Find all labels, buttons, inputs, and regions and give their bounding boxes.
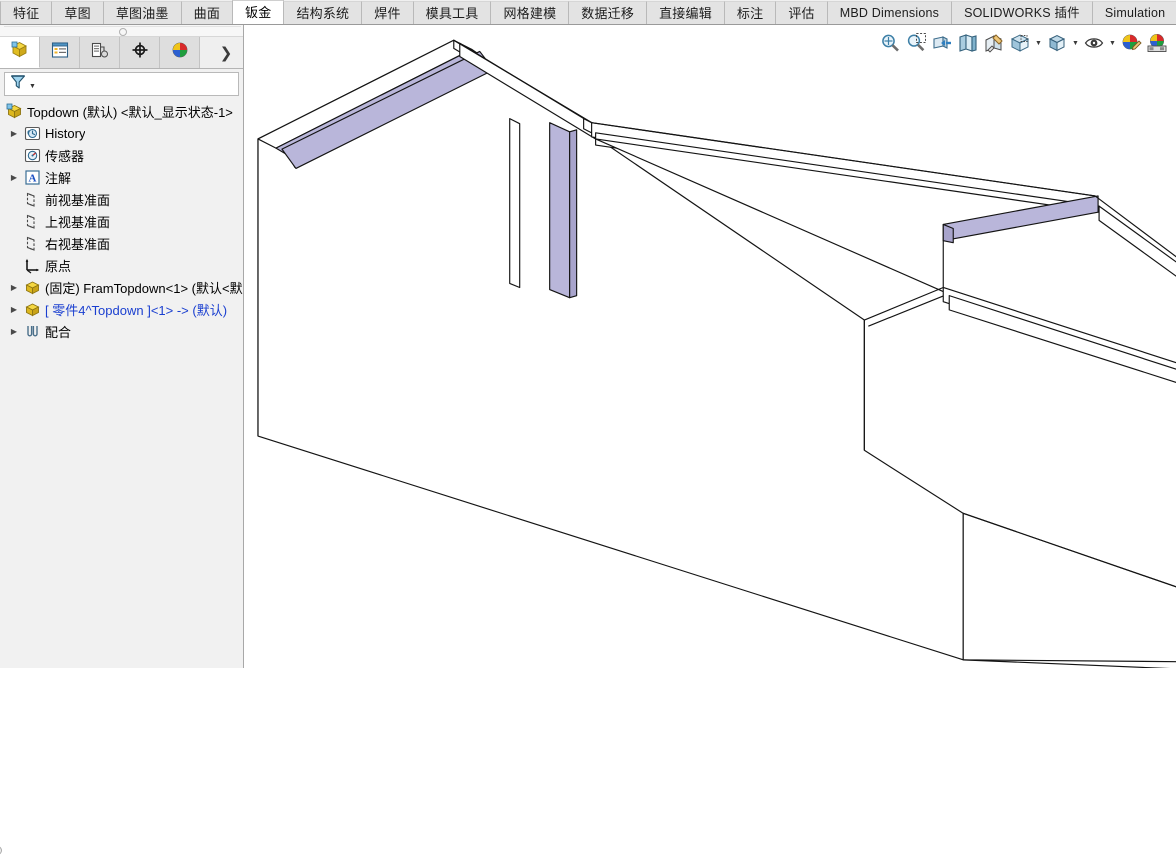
tree-item-10[interactable]: ▶ 配合 xyxy=(0,320,243,342)
command-tab-13[interactable]: MBD Dimensions xyxy=(826,1,953,24)
scene-appearance-icon[interactable] xyxy=(1144,29,1170,57)
list-panel-icon xyxy=(51,41,69,64)
edit-appearance-icon[interactable] xyxy=(1118,29,1144,57)
tree-expand-arrow[interactable]: ▶ xyxy=(6,327,22,336)
view-settings-icon[interactable] xyxy=(1081,29,1107,57)
apply-scene-icon[interactable] xyxy=(1044,29,1070,57)
feature-tree: Topdown (默认) <默认_显示状态-1>▶History▶传感器▶A注解… xyxy=(0,98,243,668)
command-tab-12[interactable]: 评估 xyxy=(775,1,828,24)
zoom-to-fit-icon[interactable] xyxy=(877,29,903,57)
vertical-splitter-knob[interactable] xyxy=(0,846,2,855)
tree-item-5[interactable]: ▶上视基准面 xyxy=(0,210,243,232)
tree-item-label: (固定) FramTopdown<1> (默认<默 xyxy=(45,280,243,296)
yellow-box-icon xyxy=(10,40,29,64)
plane-icon xyxy=(22,191,42,208)
solidworks-window: 特征 草图 草图油墨 曲面 钣金 结构系统 焊件 模具工具 网格建模 数据迁移 直接编辑 标注 评估 MB… xyxy=(0,0,1176,855)
command-tab-7[interactable]: 模具工具 xyxy=(412,1,492,24)
annotations-icon: A xyxy=(22,169,42,186)
tree-expand-arrow[interactable]: ▶ xyxy=(6,283,22,292)
tree-item-label: 配合 xyxy=(45,324,72,340)
configuration-icon xyxy=(91,41,109,64)
tree-item-8[interactable]: ▶ (固定) FramTopdown<1> (默认<默 xyxy=(0,276,243,298)
feature-manager-tab-row: ❯ xyxy=(0,37,243,69)
tree-item-7[interactable]: ▶原点 xyxy=(0,254,243,276)
origin-icon xyxy=(22,257,42,274)
splitter-line xyxy=(4,26,241,27)
command-tab-4[interactable]: 钣金 xyxy=(232,0,285,24)
tree-item-label: History xyxy=(45,125,86,141)
display-manager-tab[interactable] xyxy=(160,37,200,68)
command-tab-1[interactable]: 草图 xyxy=(51,1,104,24)
property-manager-tab[interactable] xyxy=(40,37,80,68)
tree-filter-bar[interactable]: ▼ xyxy=(4,72,239,96)
command-tab-5[interactable]: 结构系统 xyxy=(283,1,363,24)
history-icon xyxy=(22,125,42,142)
view-toolbar: ▼ ▼ ▼ xyxy=(244,25,1176,61)
tree-item-label: [ 零件4^Topdown ]<1> -> (默认) xyxy=(45,302,228,318)
feature-manager-panel: ❯ ▼ Topdown (默认) <默认_显示状态-1>▶History▶传感器… xyxy=(0,25,244,855)
sensor-icon xyxy=(22,147,42,164)
mates-icon xyxy=(22,323,42,340)
hide-show-items-icon[interactable] xyxy=(1007,29,1033,57)
assembly-icon xyxy=(4,103,24,120)
crosshair-icon xyxy=(131,41,149,64)
tree-item-label: 上视基准面 xyxy=(45,214,111,230)
command-tab-10[interactable]: 直接编辑 xyxy=(646,1,725,24)
part-icon xyxy=(22,279,42,296)
tree-item-label: 注解 xyxy=(45,170,72,186)
display-style-icon[interactable] xyxy=(981,29,1007,57)
tree-item-label: 右视基准面 xyxy=(45,236,111,252)
command-tab-11[interactable]: 标注 xyxy=(723,1,777,24)
splitter-grip-handle[interactable] xyxy=(118,28,127,36)
tree-item-label: 前视基准面 xyxy=(45,192,111,208)
color-sphere-icon xyxy=(171,41,189,64)
3d-model-canvas[interactable]: .fc{fill:#ffffff;stroke:#141414;stroke-w… xyxy=(244,25,1176,668)
plane-icon xyxy=(22,213,42,230)
tree-expand-arrow[interactable]: ▶ xyxy=(6,129,22,138)
apply-scene-caret[interactable]: ▼ xyxy=(1070,29,1081,57)
tree-item-label: 传感器 xyxy=(45,148,85,164)
hide-show-items-caret[interactable]: ▼ xyxy=(1033,29,1044,57)
command-tab-15[interactable]: Simulation xyxy=(1091,1,1176,24)
tree-item-9[interactable]: ▶ [ 零件4^Topdown ]<1> -> (默认) xyxy=(0,298,243,320)
tree-item-6[interactable]: ▶右视基准面 xyxy=(0,232,243,254)
tree-expand-arrow[interactable]: ▶ xyxy=(6,305,22,314)
command-tab-6[interactable]: 焊件 xyxy=(361,1,414,24)
tree-item-4[interactable]: ▶前视基准面 xyxy=(0,188,243,210)
feature-manager-tree-tab[interactable] xyxy=(0,37,40,68)
chevron-right-icon: ❯ xyxy=(219,44,233,62)
zoom-to-area-icon[interactable] xyxy=(903,29,929,57)
command-tab-9[interactable]: 数据迁移 xyxy=(568,1,648,24)
command-tab-2[interactable]: 草图油墨 xyxy=(102,1,182,24)
plane-icon xyxy=(22,235,42,252)
dimxpert-manager-tab[interactable] xyxy=(120,37,160,68)
panel-horizontal-splitter[interactable] xyxy=(0,25,243,37)
command-tab-8[interactable]: 网格建模 xyxy=(490,1,570,24)
view-orientation-icon[interactable] xyxy=(955,29,981,57)
section-view-icon[interactable] xyxy=(929,29,955,57)
expand-panel-arrow[interactable]: ❯ xyxy=(209,37,243,68)
tree-item-3[interactable]: ▶ A 注解 xyxy=(0,166,243,188)
part-icon xyxy=(22,301,42,318)
filter-dropdown-caret[interactable]: ▼ xyxy=(29,83,36,90)
tree-item-2[interactable]: ▶传感器 xyxy=(0,144,243,166)
tree-item-0[interactable]: Topdown (默认) <默认_显示状态-1> xyxy=(0,100,243,122)
funnel-filter-icon xyxy=(9,73,27,96)
tree-item-label: 原点 xyxy=(45,258,72,274)
command-tab-3[interactable]: 曲面 xyxy=(180,1,234,24)
view-settings-caret[interactable]: ▼ xyxy=(1107,29,1118,57)
main-body: ❯ ▼ Topdown (默认) <默认_显示状态-1>▶History▶传感器… xyxy=(0,25,1176,855)
tree-expand-arrow[interactable]: ▶ xyxy=(6,173,22,182)
tree-item-1[interactable]: ▶ History xyxy=(0,122,243,144)
svg-text:A: A xyxy=(28,172,36,184)
command-manager-tabs: 特征 草图 草图油墨 曲面 钣金 结构系统 焊件 模具工具 网格建模 数据迁移 直接编辑 标注 评估 MB… xyxy=(0,0,1176,25)
command-tab-14[interactable]: SOLIDWORKS 插件 xyxy=(951,1,1093,24)
tree-item-label: Topdown (默认) <默认_显示状态-1> xyxy=(27,104,233,120)
graphics-viewport[interactable]: .fc{fill:#ffffff;stroke:#141414;stroke-w… xyxy=(244,25,1176,668)
configuration-manager-tab[interactable] xyxy=(80,37,120,68)
command-tab-0[interactable]: 特征 xyxy=(0,1,53,24)
